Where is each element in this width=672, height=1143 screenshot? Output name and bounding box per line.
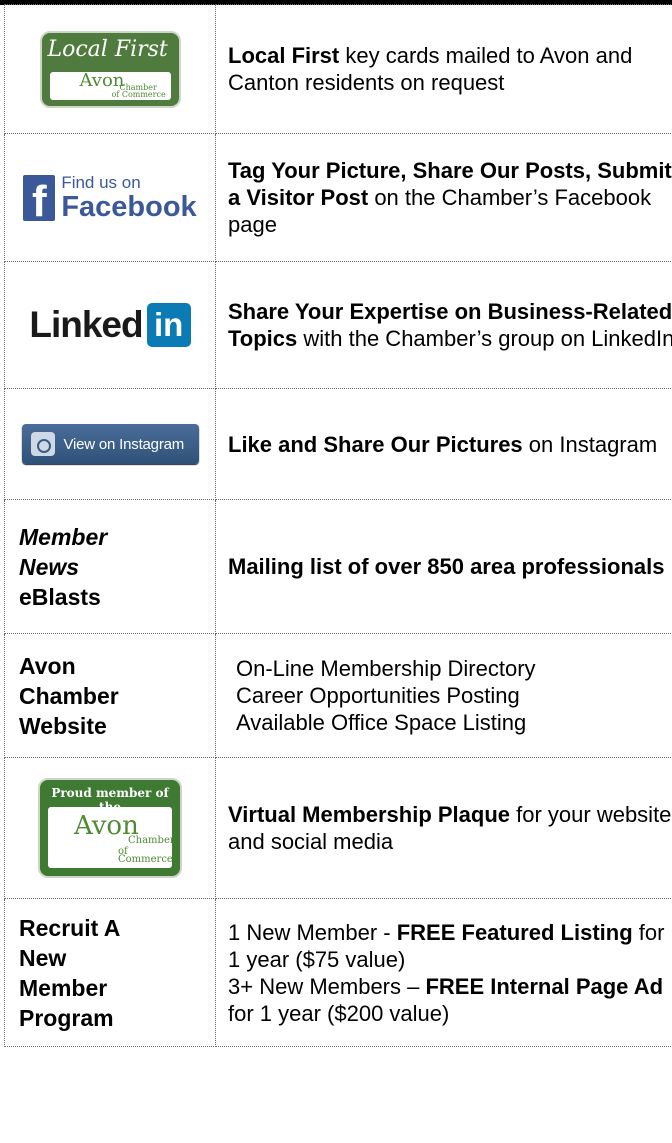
logo-sub2: of Commerce <box>111 89 166 99</box>
benefits-table: Local First Avon Chamber of Commerce Loc… <box>4 4 672 1047</box>
view-on-instagram-button[interactable]: View on Instagram <box>21 424 199 464</box>
linkedin-logo[interactable]: Linked in <box>29 303 191 347</box>
row-description: Like and Share Our Pictures on Instagram <box>215 388 672 500</box>
row-description: Virtual Membership Plaque for your websi… <box>215 757 672 899</box>
table-row: View on Instagram Like and Share Our Pic… <box>4 388 672 500</box>
row-description: Tag Your Picture, Share Our Posts, Submi… <box>215 133 672 262</box>
linkedin-icon: in <box>146 303 191 347</box>
list-item: 3+ New Members – FREE Internal Page Ad f… <box>228 973 664 1026</box>
logo-title: Local First <box>47 36 168 62</box>
table-row: Member News eBlasts Mailing list of over… <box>4 499 672 634</box>
facebook-logo[interactable]: f Find us on Facebook <box>23 173 197 222</box>
row-description: Local First key cards mailed to Avon and… <box>215 4 672 134</box>
logo-sub2: of Commerce <box>118 846 173 865</box>
proud-member-plaque-logo: Proud member of the Avon Chamber of Comm… <box>38 778 182 878</box>
list-item: Available Office Space Listing <box>236 710 527 735</box>
table-row: f Find us on Facebook Tag Your Picture, … <box>4 133 672 262</box>
logo-avon-word: Avon <box>79 69 125 91</box>
row-description: Mailing list of over 850 area profession… <box>215 499 672 634</box>
list-item: Career Opportunities Posting <box>236 683 520 708</box>
table-row: Recruit A New Member Program 1 New Membe… <box>4 898 672 1047</box>
row-heading: Avon Chamber Website <box>19 652 119 739</box>
row-heading: Member News eBlasts <box>19 523 108 610</box>
row-description: Share Your Expertise on Business-Related… <box>215 261 672 389</box>
table-row: Proud member of the Avon Chamber of Comm… <box>4 757 672 899</box>
table-row: Avon Chamber Website On-Line Membership … <box>4 633 672 758</box>
table-row: Local First Avon Chamber of Commerce Loc… <box>4 4 672 134</box>
facebook-icon: f <box>23 174 56 221</box>
logo-sub1: Chamber <box>128 835 175 846</box>
table-row: Linked in Share Your Expertise on Busine… <box>4 261 672 389</box>
row-heading: Recruit A New Member Program <box>19 914 121 1031</box>
list-item: On-Line Membership Directory <box>236 656 536 681</box>
instagram-icon <box>30 432 55 456</box>
local-first-logo: Local First Avon Chamber of Commerce <box>39 30 181 108</box>
list-item: 1 New Member - FREE Featured Listing for… <box>228 919 665 972</box>
row-description: On-Line Membership Directory Career Oppo… <box>215 633 672 758</box>
row-description: 1 New Member - FREE Featured Listing for… <box>215 898 672 1047</box>
